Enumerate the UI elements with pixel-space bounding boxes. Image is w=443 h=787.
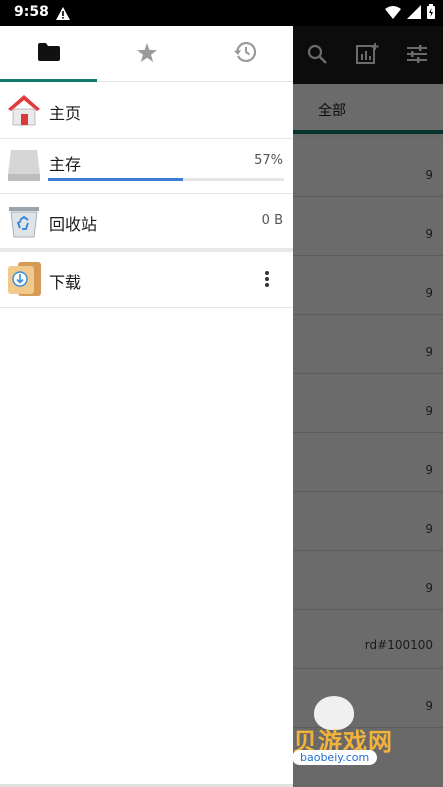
folder-icon bbox=[37, 43, 60, 65]
status-bar: 9:58 bbox=[0, 0, 443, 26]
watermark-domain: baobeiy.com bbox=[292, 750, 378, 765]
drawer-item-downloads[interactable]: 下载 bbox=[0, 252, 293, 307]
star-icon bbox=[136, 42, 157, 66]
navigation-drawer: 主页 主存 57% 回收站 0 B 下载 bbox=[0, 26, 293, 787]
tab-folders[interactable] bbox=[0, 26, 97, 82]
recycle-bin-size: 0 B bbox=[261, 213, 283, 228]
tab-indicator bbox=[0, 79, 97, 82]
history-icon bbox=[233, 41, 256, 66]
drawer-item-label: 主页 bbox=[49, 104, 82, 123]
recycle-bin-icon bbox=[8, 206, 40, 242]
drawer-item-label: 下载 bbox=[49, 273, 82, 292]
drawer-item-recycle-bin[interactable]: 回收站 0 B bbox=[0, 194, 293, 248]
drawer-item-home[interactable]: 主页 bbox=[0, 83, 293, 138]
downloads-folder-icon bbox=[8, 262, 41, 300]
tab-favorites[interactable] bbox=[98, 26, 195, 82]
battery-icon bbox=[427, 4, 435, 23]
drawer-tabs bbox=[0, 26, 293, 82]
home-icon bbox=[7, 93, 41, 131]
signal-icon bbox=[407, 4, 421, 23]
storage-percent: 57% bbox=[254, 153, 283, 168]
wifi-icon bbox=[385, 4, 401, 23]
storage-progress-bar bbox=[48, 178, 284, 181]
more-options-icon[interactable] bbox=[263, 269, 271, 289]
drawer-item-storage[interactable]: 主存 57% bbox=[0, 139, 293, 193]
drawer-item-label: 回收站 bbox=[49, 215, 98, 234]
status-time: 9:58 bbox=[14, 4, 49, 20]
alert-icon bbox=[56, 5, 70, 24]
storage-progress-fill bbox=[48, 178, 183, 181]
tab-history[interactable] bbox=[196, 26, 293, 82]
drive-icon bbox=[7, 148, 41, 186]
drawer-item-label: 主存 bbox=[49, 155, 82, 174]
divider bbox=[0, 307, 293, 308]
status-icons bbox=[385, 4, 435, 23]
